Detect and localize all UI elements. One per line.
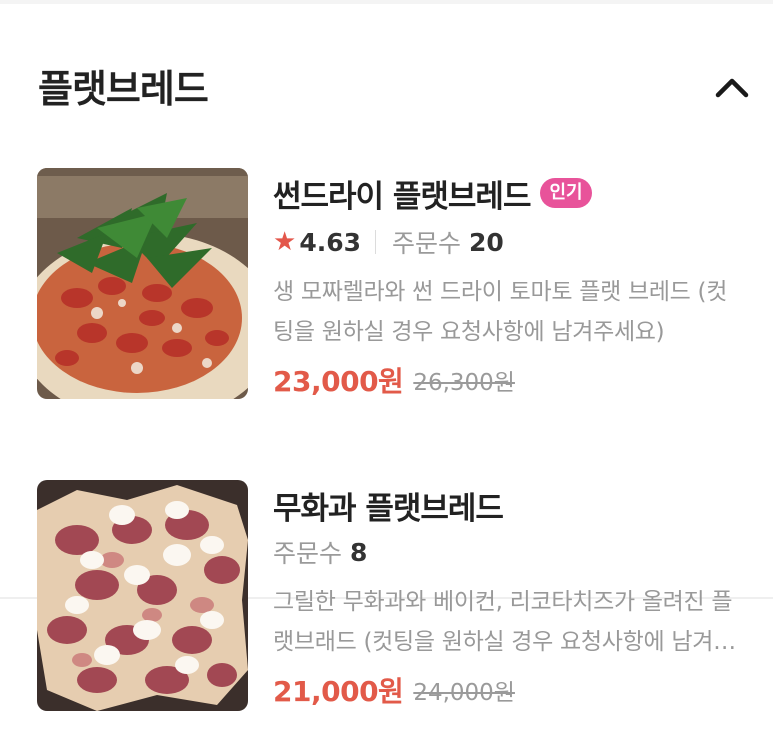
section-title: 플랫브레드 [38, 67, 209, 111]
title-row: 썬드라이 플랫브레드 인기 [273, 168, 592, 218]
rating-value: 4.63 [299, 227, 361, 257]
star-icon: ★ [273, 227, 297, 257]
item-thumbnail [37, 168, 248, 399]
collapse-button[interactable] [710, 68, 754, 108]
chevron-up-icon [715, 78, 749, 98]
popular-badge: 인기 [540, 178, 592, 208]
sale-price: 23,000원 [273, 365, 404, 398]
order-count-label: 주문수 [392, 229, 462, 258]
order-count: 8 [350, 537, 368, 567]
sale-price: 21,000원 [273, 675, 404, 708]
price-row: 23,000원 26,300원 [273, 358, 515, 402]
item-description: 그릴한 무화과와 베이컨, 리코타치즈가 올려진 플랫브래드 (컷팅을 원하실 … [273, 589, 734, 655]
top-divider [0, 0, 773, 4]
order-count-label: 주문수 [273, 539, 343, 568]
meta-row: ★ 4.63 주문수 20 [273, 222, 504, 262]
item-description: 생 모짜렐라와 썬 드라이 토마토 플랫 브레드 (컷팅을 원하실 경우 요청사… [273, 279, 728, 345]
menu-item[interactable]: 무화과 플랫브레드 주문수 8 그릴한 무화과와 베이컨, 리코타치즈가 올려진… [0, 472, 773, 746]
meta-separator [375, 230, 376, 254]
order-count: 20 [469, 227, 504, 257]
original-price: 24,000원 [413, 680, 515, 706]
menu-item[interactable]: 썬드라이 플랫브레드 인기 ★ 4.63 주문수 20 생 모짜렐라와 썬 드라… [0, 160, 773, 599]
original-price: 26,300원 [413, 370, 515, 396]
title-row: 무화과 플랫브레드 [273, 480, 504, 530]
price-row: 21,000원 24,000원 [273, 668, 515, 712]
item-name: 무화과 플랫브레드 [273, 490, 504, 527]
item-thumbnail [37, 480, 248, 711]
item-name: 썬드라이 플랫브레드 [273, 178, 531, 215]
section-header[interactable]: 플랫브레드 [0, 40, 773, 130]
meta-row: 주문수 8 [273, 532, 367, 572]
